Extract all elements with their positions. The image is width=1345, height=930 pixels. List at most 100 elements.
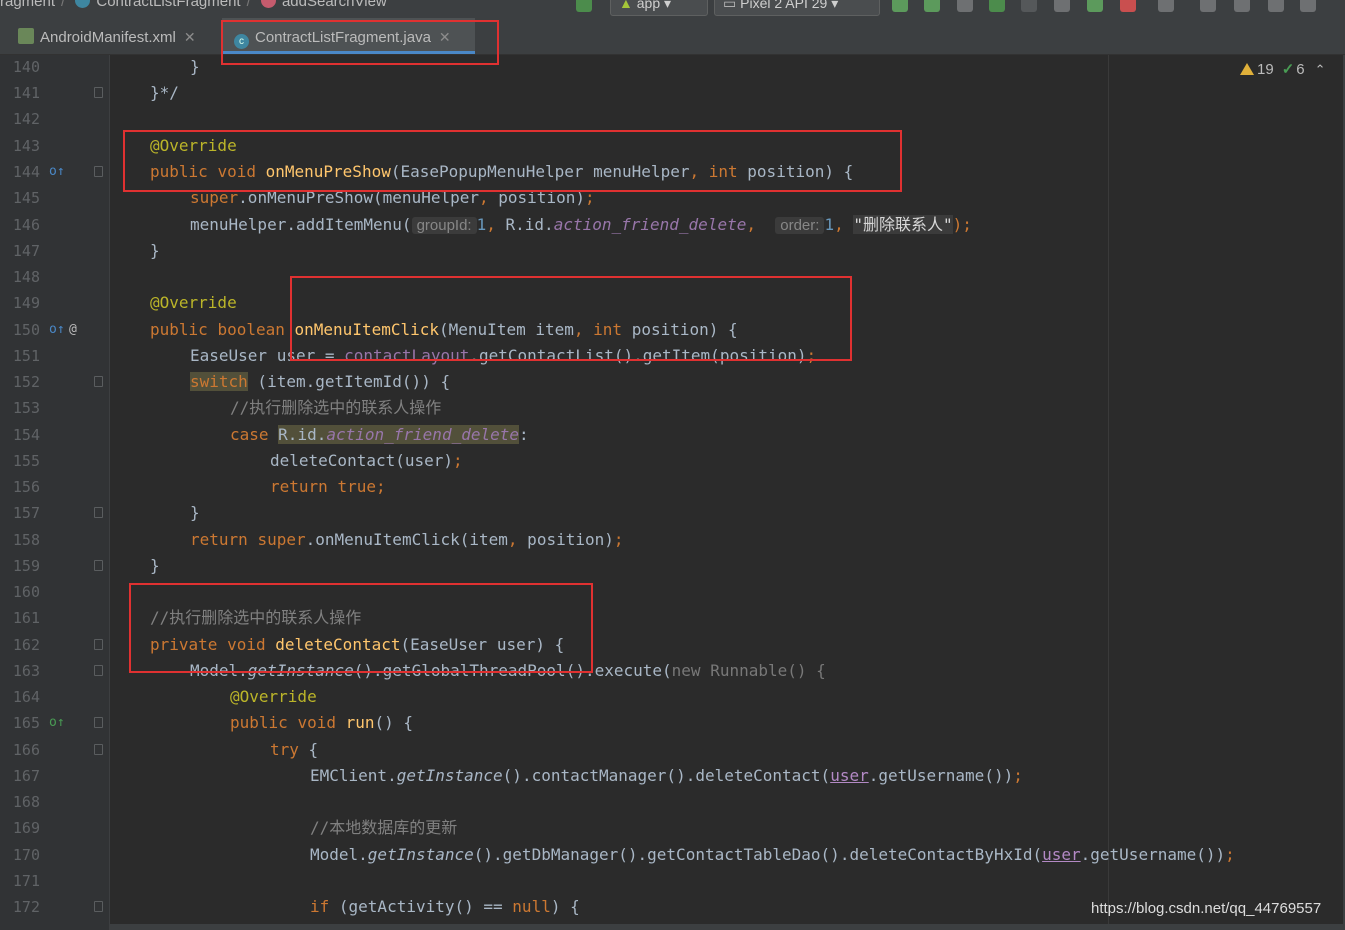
class-icon (75, 0, 91, 8)
code-line: 152 switch (item.getItemId()) { (0, 369, 1345, 395)
apply-code-changes-icon[interactable] (924, 0, 940, 12)
method-icon (260, 0, 276, 8)
attach-debugger-icon[interactable] (1021, 0, 1037, 12)
close-icon[interactable]: ✕ (184, 29, 196, 45)
breadcrumb-method[interactable]: addSearchView (282, 0, 387, 10)
fold-icon[interactable] (94, 166, 103, 177)
highlight-box-tab (221, 20, 499, 65)
device-icon: ▭ (723, 0, 741, 11)
code-line: 140 } (0, 54, 1345, 80)
line-number: 154 (12, 426, 40, 444)
line-number: 147 (12, 242, 40, 260)
chevron-down-icon: ▾ (831, 0, 839, 11)
code-line: 166 try { (0, 737, 1345, 763)
line-number: 151 (12, 347, 40, 365)
highlight-box-on-menu-item-click (290, 276, 852, 361)
xml-file-icon (18, 28, 34, 44)
code-line: 158 return super.onMenuItemClick(item, p… (0, 527, 1345, 553)
line-number: 172 (12, 898, 40, 916)
line-number: 162 (12, 636, 40, 654)
fold-icon[interactable] (94, 507, 103, 518)
code-line: 142 (0, 106, 1345, 132)
horizontal-scrollbar[interactable] (110, 924, 1343, 930)
line-number: 166 (12, 741, 40, 759)
fold-icon[interactable] (94, 717, 103, 728)
device-dropdown[interactable]: ▭ Pixel 2 API 29 ▾ (714, 0, 880, 16)
line-number: 168 (12, 793, 40, 811)
editor-tab-bar: AndroidManifest.xml ✕ c ContractListFragme… (0, 18, 1345, 55)
line-number: 159 (12, 557, 40, 575)
breadcrumb: ragment / ContractListFragment / addSearch… (0, 0, 393, 10)
breadcrumb-class[interactable]: ContractListFragment (96, 0, 240, 10)
debug-icon[interactable] (989, 0, 1005, 12)
code-line: 164 @Override (0, 684, 1345, 710)
hammer-icon[interactable] (576, 0, 592, 12)
code-line: 168 (0, 789, 1345, 815)
code-line: 159 } (0, 553, 1345, 579)
line-number: 141 (12, 84, 40, 102)
annotation-icon[interactable]: @ (69, 317, 77, 343)
breadcrumb-package[interactable]: ragment (0, 0, 55, 10)
line-number: 143 (12, 137, 40, 155)
code-line: 171 (0, 868, 1345, 894)
line-number: 163 (12, 662, 40, 680)
code-line: 146 menuHelper.addItemMenu(groupId: 1, R.… (0, 212, 1345, 238)
line-number: 155 (12, 452, 40, 470)
device-manager-icon[interactable] (1200, 0, 1216, 12)
line-number: 146 (12, 216, 40, 234)
run-config-dropdown[interactable]: ▲ app ▾ (610, 0, 708, 16)
line-number: 148 (12, 268, 40, 286)
apply-changes-icon[interactable] (892, 0, 908, 12)
stop-icon[interactable] (1120, 0, 1136, 12)
code-line: 154 case R.id.action_friend_delete: (0, 422, 1345, 448)
line-number: 153 (12, 399, 40, 417)
implement-method-icon[interactable]: o↑ (49, 710, 65, 736)
code-line: 147 } (0, 238, 1345, 264)
fold-icon[interactable] (94, 376, 103, 387)
rerun-icon[interactable] (1087, 0, 1103, 12)
line-number: 158 (12, 531, 40, 549)
sdk-manager-icon[interactable] (1234, 0, 1250, 12)
parameter-hint: order: (775, 217, 825, 234)
line-number: 145 (12, 189, 40, 207)
line-number: 157 (12, 504, 40, 522)
coverage-icon[interactable] (957, 0, 973, 12)
code-line: 141 }*/ (0, 80, 1345, 106)
fold-icon[interactable] (94, 639, 103, 650)
line-number: 161 (12, 609, 40, 627)
sync-icon[interactable] (1158, 0, 1174, 12)
parameter-hint: groupId: (411, 217, 477, 234)
fold-icon[interactable] (94, 87, 103, 98)
line-number: 150 (12, 321, 40, 339)
code-line: 165 o↑ public void run() { (0, 710, 1345, 736)
highlight-box-delete-contact (129, 583, 593, 673)
code-line: 156 return true; (0, 474, 1345, 500)
line-number: 140 (12, 58, 40, 76)
chevron-down-icon: ▾ (664, 0, 672, 11)
code-line: 167 EMClient.getInstance().contactManage… (0, 763, 1345, 789)
line-number: 165 (12, 714, 40, 732)
fold-icon[interactable] (94, 560, 103, 571)
search-everywhere-icon[interactable] (1300, 0, 1316, 12)
fold-icon[interactable] (94, 901, 103, 912)
line-number: 169 (12, 819, 40, 837)
override-method-icon[interactable]: o↑ (49, 159, 65, 185)
code-line: 153 //执行删除选中的联系人操作 (0, 395, 1345, 421)
highlight-box-on-menu-pre-show (123, 130, 902, 192)
fold-icon[interactable] (94, 744, 103, 755)
line-number: 164 (12, 688, 40, 706)
watermark: https://blog.csdn.net/qq_44769557 (1091, 900, 1322, 917)
fold-icon[interactable] (94, 665, 103, 676)
code-line: 157 } (0, 500, 1345, 526)
line-number: 160 (12, 583, 40, 601)
line-number: 171 (12, 872, 40, 890)
line-number: 156 (12, 478, 40, 496)
override-method-icon[interactable]: o↑ (49, 317, 65, 343)
layout-inspector-icon[interactable] (1268, 0, 1284, 12)
tab-android-manifest[interactable]: AndroidManifest.xml ✕ (18, 18, 218, 54)
profile-icon[interactable] (1054, 0, 1070, 12)
code-line: 169 //本地数据库的更新 (0, 815, 1345, 841)
line-number: 144 (12, 163, 40, 181)
line-number: 152 (12, 373, 40, 391)
code-line: 170 Model.getInstance().getDbManager().g… (0, 842, 1345, 868)
